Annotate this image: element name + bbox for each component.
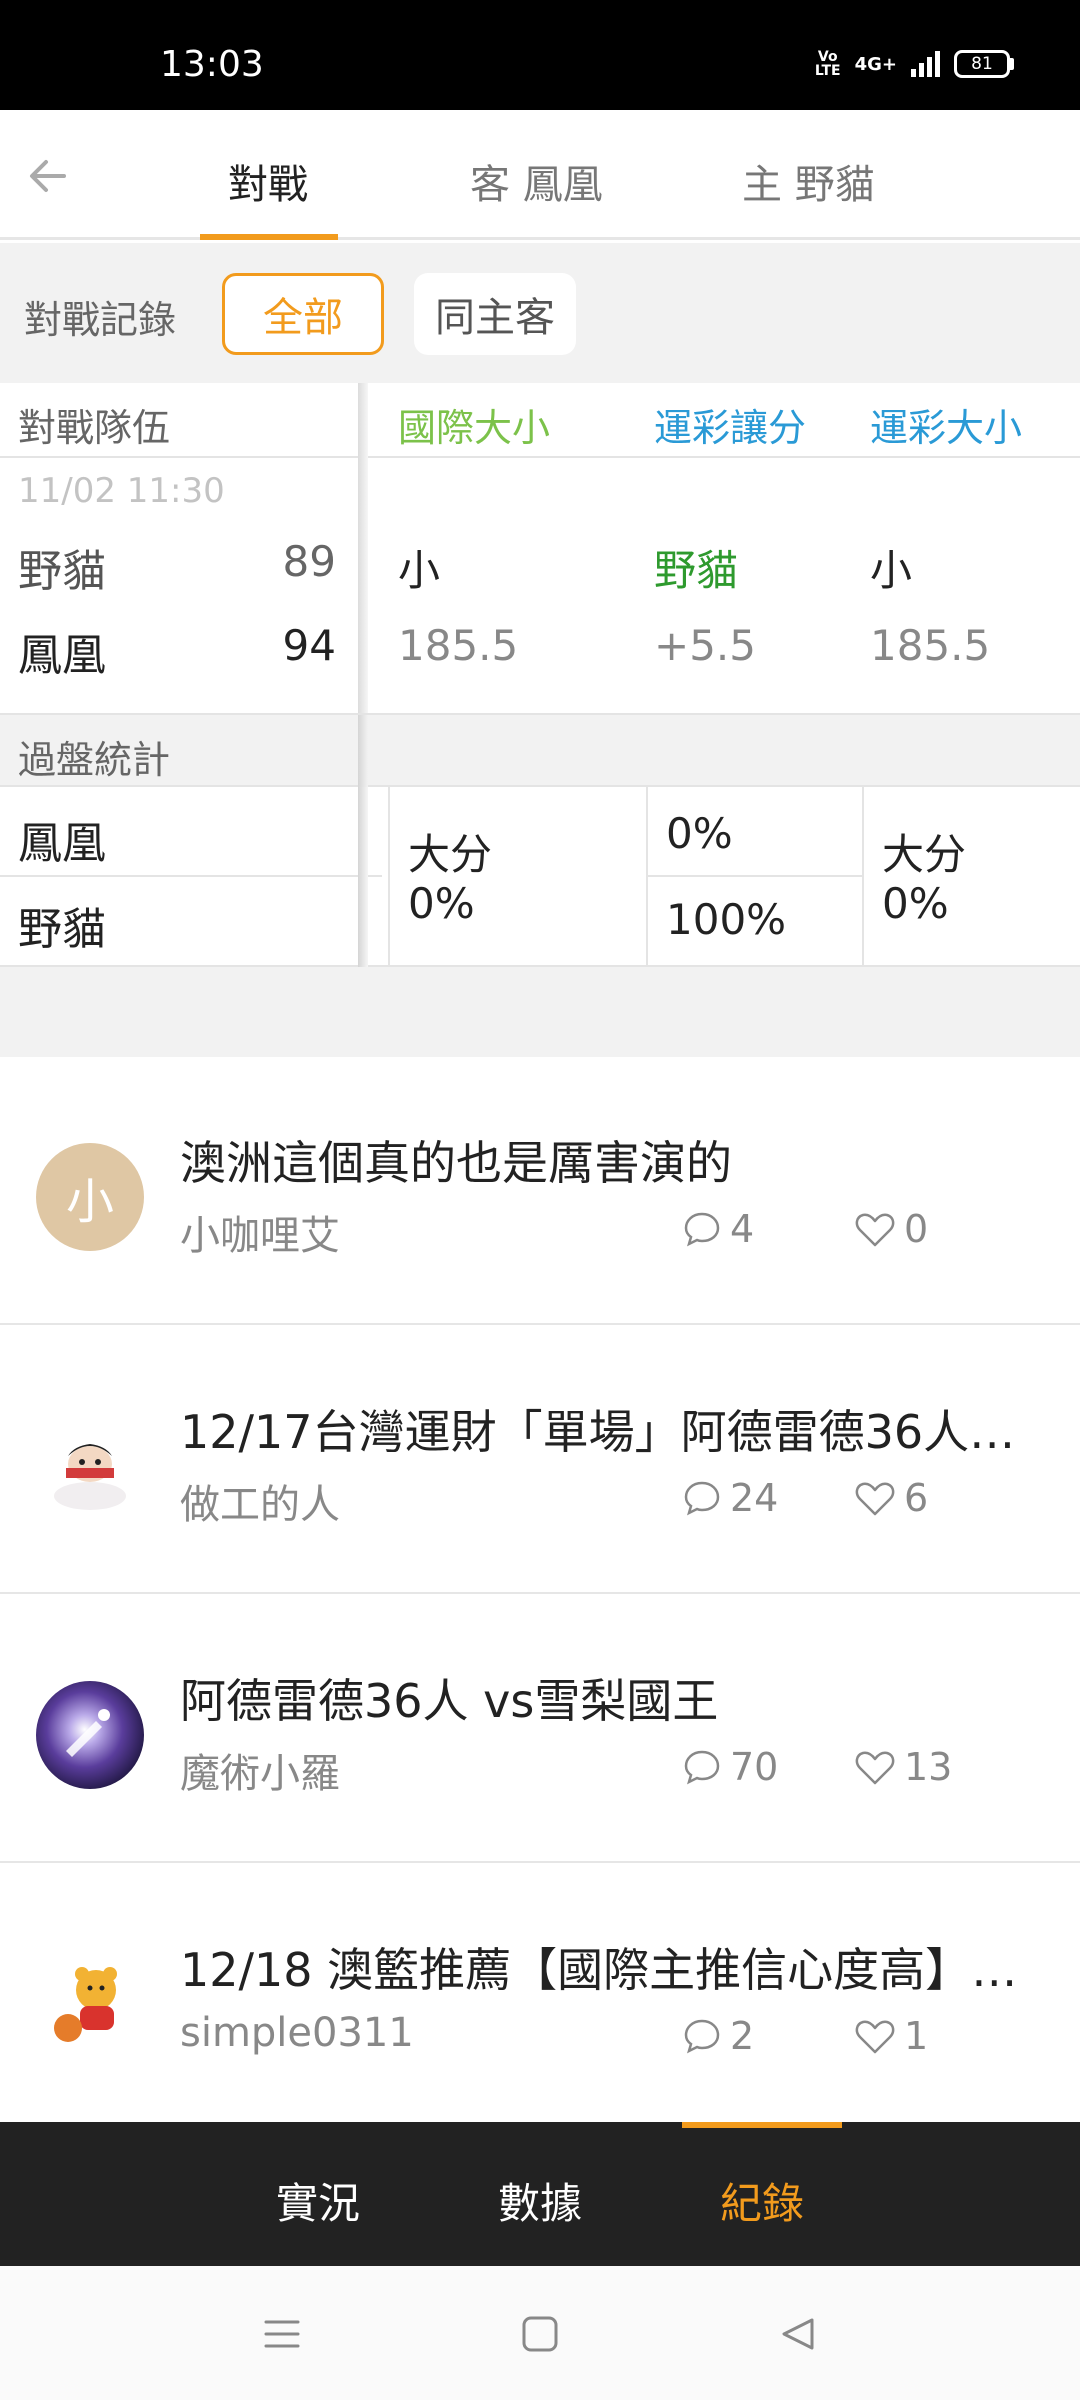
battery-icon: 81 — [954, 50, 1014, 78]
comment-count: 4 — [682, 1207, 754, 1251]
home-icon[interactable] — [520, 2314, 560, 2354]
lottery-ou-result: 小 — [870, 546, 913, 595]
avatar — [36, 1412, 144, 1520]
intl-ou-result: 小 — [398, 546, 441, 595]
bear-avatar-icon — [54, 1967, 117, 2042]
lottery-ou-line: 185.5 — [870, 621, 991, 670]
back-icon[interactable] — [778, 2314, 818, 2354]
intl-ou-percent: 0% — [408, 879, 475, 928]
cartoon-avatar-icon — [54, 1444, 126, 1510]
post-author: 做工的人 — [180, 1482, 340, 1528]
stats-team-name: 野貓 — [18, 904, 106, 955]
spread-result: 野貓 — [654, 546, 739, 595]
post-title: 12/17台灣運財「單場」阿德雷德36人vs雪梨國王 — [180, 1405, 1030, 1459]
avatar — [36, 1681, 144, 1789]
match-table: 對戰隊伍 國際大小 運彩讓分 運彩大小 11/02 11:30 野貓 89 小 … — [0, 383, 1080, 713]
lottery-ou-label: 大分 — [882, 830, 967, 879]
stats-team-name: 鳳凰 — [18, 818, 106, 869]
filter-all-button[interactable]: 全部 — [222, 273, 384, 355]
bottom-tab-data[interactable]: 數據 — [498, 2170, 582, 2231]
like-count: 1 — [854, 2014, 928, 2058]
team-name: 野貓 — [18, 546, 106, 597]
like-count: 13 — [854, 1745, 952, 1789]
post-title: 12/18 澳籃推薦【國際主推信心度高】阿德雷德36人 — [180, 1943, 1030, 1997]
comment-count: 70 — [682, 1745, 778, 1789]
table-header: 對戰隊伍 國際大小 運彩讓分 運彩大小 — [0, 383, 1080, 458]
like-count: 6 — [854, 1476, 928, 1520]
post-author: 小咖哩艾 — [180, 1213, 340, 1259]
list-item[interactable]: 12/18 澳籃推薦【國際主推信心度高】阿德雷德36人 simple0311 2… — [0, 1864, 1080, 2122]
filter-same-home-away-button[interactable]: 同主客 — [414, 273, 576, 355]
status-bar: 13:03 Vo LTE 4G+ 81 — [0, 0, 1080, 110]
menu-icon[interactable] — [262, 2314, 302, 2354]
stats-header: 過盤統計 — [0, 713, 1080, 789]
list-item[interactable]: 12/17台灣運財「單場」阿德雷德36人vs雪梨國王 做工的人 24 6 — [0, 1326, 1080, 1594]
header-teams: 對戰隊伍 — [18, 406, 171, 450]
lottery-ou-percent: 0% — [882, 879, 949, 928]
comment-icon — [684, 2019, 720, 2054]
comment-count: 2 — [682, 2014, 754, 2058]
comment-icon — [684, 1212, 720, 1247]
list-item[interactable]: 小 澳洲這個真的也是厲害演的 小咖哩艾 4 0 — [0, 1057, 1080, 1325]
header-sports-lottery-spread: 運彩讓分 — [654, 406, 807, 450]
section-divider — [0, 967, 1080, 1057]
tab-matchup[interactable]: 對戰 — [228, 152, 308, 210]
top-tab-bar: 對戰 客 鳳凰 主 野貓 — [0, 110, 1080, 240]
heart-icon — [855, 2020, 895, 2054]
network-type: 4G+ — [854, 53, 897, 75]
filter-label: 對戰記錄 — [24, 298, 177, 342]
avatar — [36, 1950, 144, 2058]
signal-icon — [911, 51, 940, 77]
heart-icon — [855, 1213, 895, 1247]
system-icons: Vo LTE 4G+ 81 — [815, 50, 1014, 78]
volte-icon: Vo LTE — [814, 49, 841, 79]
team-score: 89 — [282, 537, 336, 586]
heart-icon — [855, 1482, 895, 1516]
comment-count: 24 — [682, 1476, 778, 1520]
intl-ou-line: 185.5 — [398, 621, 519, 670]
magic-avatar-icon — [66, 1709, 110, 1757]
post-title: 澳洲這個真的也是厲害演的 — [180, 1136, 732, 1190]
spread-percent-bottom: 100% — [666, 895, 787, 944]
comment-icon — [684, 1481, 720, 1516]
heart-icon — [855, 1751, 895, 1785]
bottom-tab-live[interactable]: 實況 — [276, 2170, 360, 2231]
spread-percent-top: 0% — [666, 809, 733, 858]
tab-home-team[interactable]: 主 野貓 — [742, 152, 875, 210]
match-datetime: 11/02 11:30 — [18, 471, 225, 511]
list-item[interactable]: 阿德雷德36人 vs雪梨國王 魔術小羅 70 13 — [0, 1595, 1080, 1863]
bottom-tab-bar: 實況 數據 紀錄 — [0, 2122, 1080, 2266]
header-sports-lottery-over-under: 運彩大小 — [870, 406, 1023, 450]
filter-row: 對戰記錄 全部 同主客 — [0, 243, 1080, 383]
avatar: 小 — [36, 1143, 144, 1251]
spread-line: +5.5 — [654, 621, 756, 670]
intl-ou-label: 大分 — [408, 830, 493, 879]
team-name: 鳳凰 — [18, 630, 106, 681]
team-score: 94 — [282, 621, 336, 670]
stats-title: 過盤統計 — [18, 738, 171, 782]
system-nav-bar — [0, 2266, 1080, 2400]
post-title: 阿德雷德36人 vs雪梨國王 — [180, 1674, 719, 1728]
comment-icon — [684, 1750, 720, 1785]
post-author: simple0311 — [180, 2010, 414, 2056]
header-intl-over-under: 國際大小 — [398, 406, 551, 450]
stats-table: 鳳凰 野貓 大分 0% 0% 100% 大分 0% — [0, 787, 1080, 967]
active-bottom-tab-indicator — [682, 2122, 842, 2128]
back-arrow-icon[interactable] — [24, 150, 76, 202]
clock: 13:03 — [160, 44, 264, 85]
like-count: 0 — [854, 1207, 928, 1251]
post-author: 魔術小羅 — [180, 1751, 340, 1797]
tab-away-team[interactable]: 客 鳳凰 — [470, 152, 603, 210]
bottom-tab-records[interactable]: 紀錄 — [720, 2170, 804, 2231]
active-tab-indicator — [200, 234, 338, 240]
